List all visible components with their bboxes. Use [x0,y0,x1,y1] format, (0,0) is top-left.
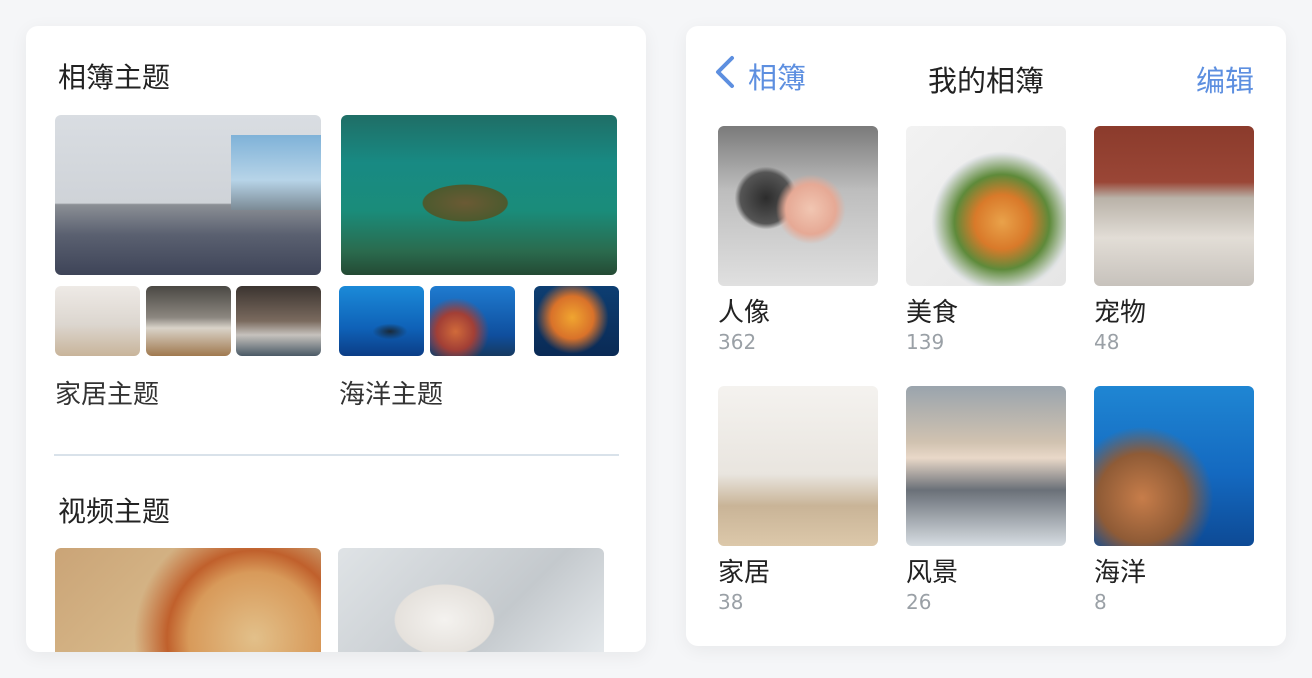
album-count: 26 [906,590,932,614]
album-scenery[interactable]: 风景 26 [906,386,1066,616]
album-thumbnail[interactable] [906,386,1066,546]
ocean-theme-main-image[interactable] [341,115,617,275]
ocean-theme-thumb[interactable] [430,286,515,356]
my-albums-card: 相簿 我的相簿 编辑 人像 362 美食 139 宠物 48 家居 38 风景 … [686,26,1286,646]
nav-bar: 相簿 我的相簿 编辑 [686,26,1286,126]
album-count: 38 [718,590,744,614]
home-theme-thumb[interactable] [236,286,321,356]
album-thumbnail[interactable] [1094,386,1254,546]
album-name: 人像 [718,298,771,328]
album-name: 家居 [718,558,771,588]
album-name: 海洋 [1094,558,1147,588]
home-theme-thumb[interactable] [146,286,231,356]
video-theme-image-pizza[interactable] [55,548,321,652]
home-theme-main-image[interactable] [55,115,321,275]
edit-button[interactable]: 编辑 [1196,58,1254,100]
video-theme-image-cake[interactable] [338,548,604,652]
album-count: 8 [1094,590,1107,614]
album-thumbnail[interactable] [1094,126,1254,286]
album-thumbnail[interactable] [906,126,1066,286]
section-divider [54,454,619,456]
album-name: 美食 [906,298,959,328]
album-portrait[interactable]: 人像 362 [718,126,878,356]
album-count: 362 [718,330,757,354]
album-pets[interactable]: 宠物 48 [1094,126,1254,356]
album-home[interactable]: 家居 38 [718,386,878,616]
album-name: 宠物 [1094,298,1147,328]
video-themes-title: 视频主题 [58,495,171,528]
home-theme-label[interactable]: 家居主题 [55,374,159,411]
album-count: 48 [1094,330,1120,354]
home-theme-thumb[interactable] [55,286,140,356]
album-count: 139 [906,330,945,354]
album-food[interactable]: 美食 139 [906,126,1066,356]
ocean-theme-label[interactable]: 海洋主题 [339,374,443,411]
album-thumbnail[interactable] [718,126,878,286]
album-ocean[interactable]: 海洋 8 [1094,386,1254,616]
album-name: 风景 [906,558,959,588]
theme-gallery-card: 相簿主题 家居主题 海洋主题 视频主题 [26,26,646,652]
album-themes-title: 相簿主题 [58,61,171,94]
ocean-theme-thumb[interactable] [339,286,424,356]
album-thumbnail[interactable] [718,386,878,546]
ocean-theme-thumb[interactable] [534,286,619,356]
